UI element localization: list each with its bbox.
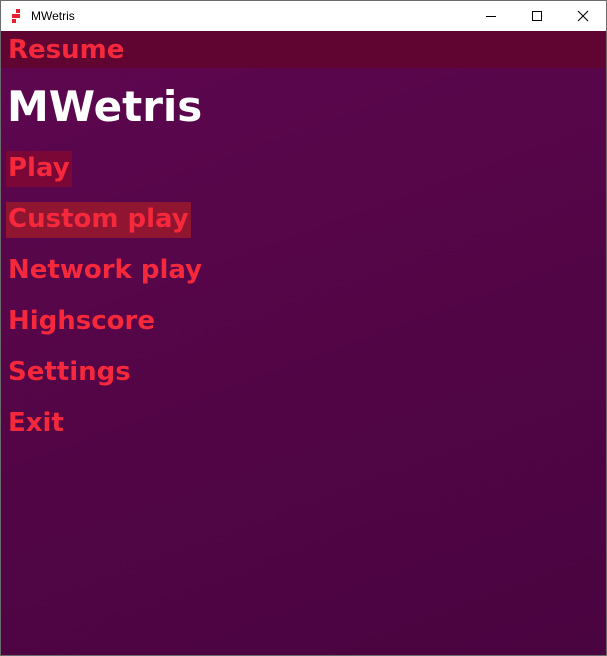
close-button[interactable] xyxy=(560,1,606,31)
window-title: MWetris xyxy=(31,9,75,23)
menu-item-exit[interactable]: Exit xyxy=(6,406,66,442)
menu-item-settings[interactable]: Settings xyxy=(6,355,133,391)
menu-item-network-play[interactable]: Network play xyxy=(6,253,204,289)
resume-button[interactable]: Resume xyxy=(1,31,606,68)
menu-item-play[interactable]: Play xyxy=(6,151,72,187)
menu-item-label: Exit xyxy=(8,408,64,438)
maximize-icon xyxy=(532,11,542,21)
close-icon xyxy=(577,10,589,22)
app-window: MWetris Resume MWetris Play Custom play … xyxy=(0,0,607,656)
resume-label: Resume xyxy=(8,35,125,65)
mwetris-app-icon xyxy=(12,9,23,23)
menu-item-custom-play[interactable]: Custom play xyxy=(6,202,191,238)
minimize-button[interactable] xyxy=(468,1,514,31)
menu-item-label: Play xyxy=(8,153,70,183)
menu-item-label: Settings xyxy=(8,357,131,387)
menu-item-label: Highscore xyxy=(8,306,155,336)
minimize-icon xyxy=(486,16,496,17)
maximize-button[interactable] xyxy=(514,1,560,31)
game-menu-area: Resume MWetris Play Custom play Network … xyxy=(1,31,606,655)
menu-item-label: Network play xyxy=(8,255,203,285)
title-bar[interactable]: MWetris xyxy=(1,1,606,31)
menu-item-label: Custom play xyxy=(8,204,189,234)
game-title: MWetris xyxy=(7,82,203,131)
menu-item-highscore[interactable]: Highscore xyxy=(6,304,157,340)
